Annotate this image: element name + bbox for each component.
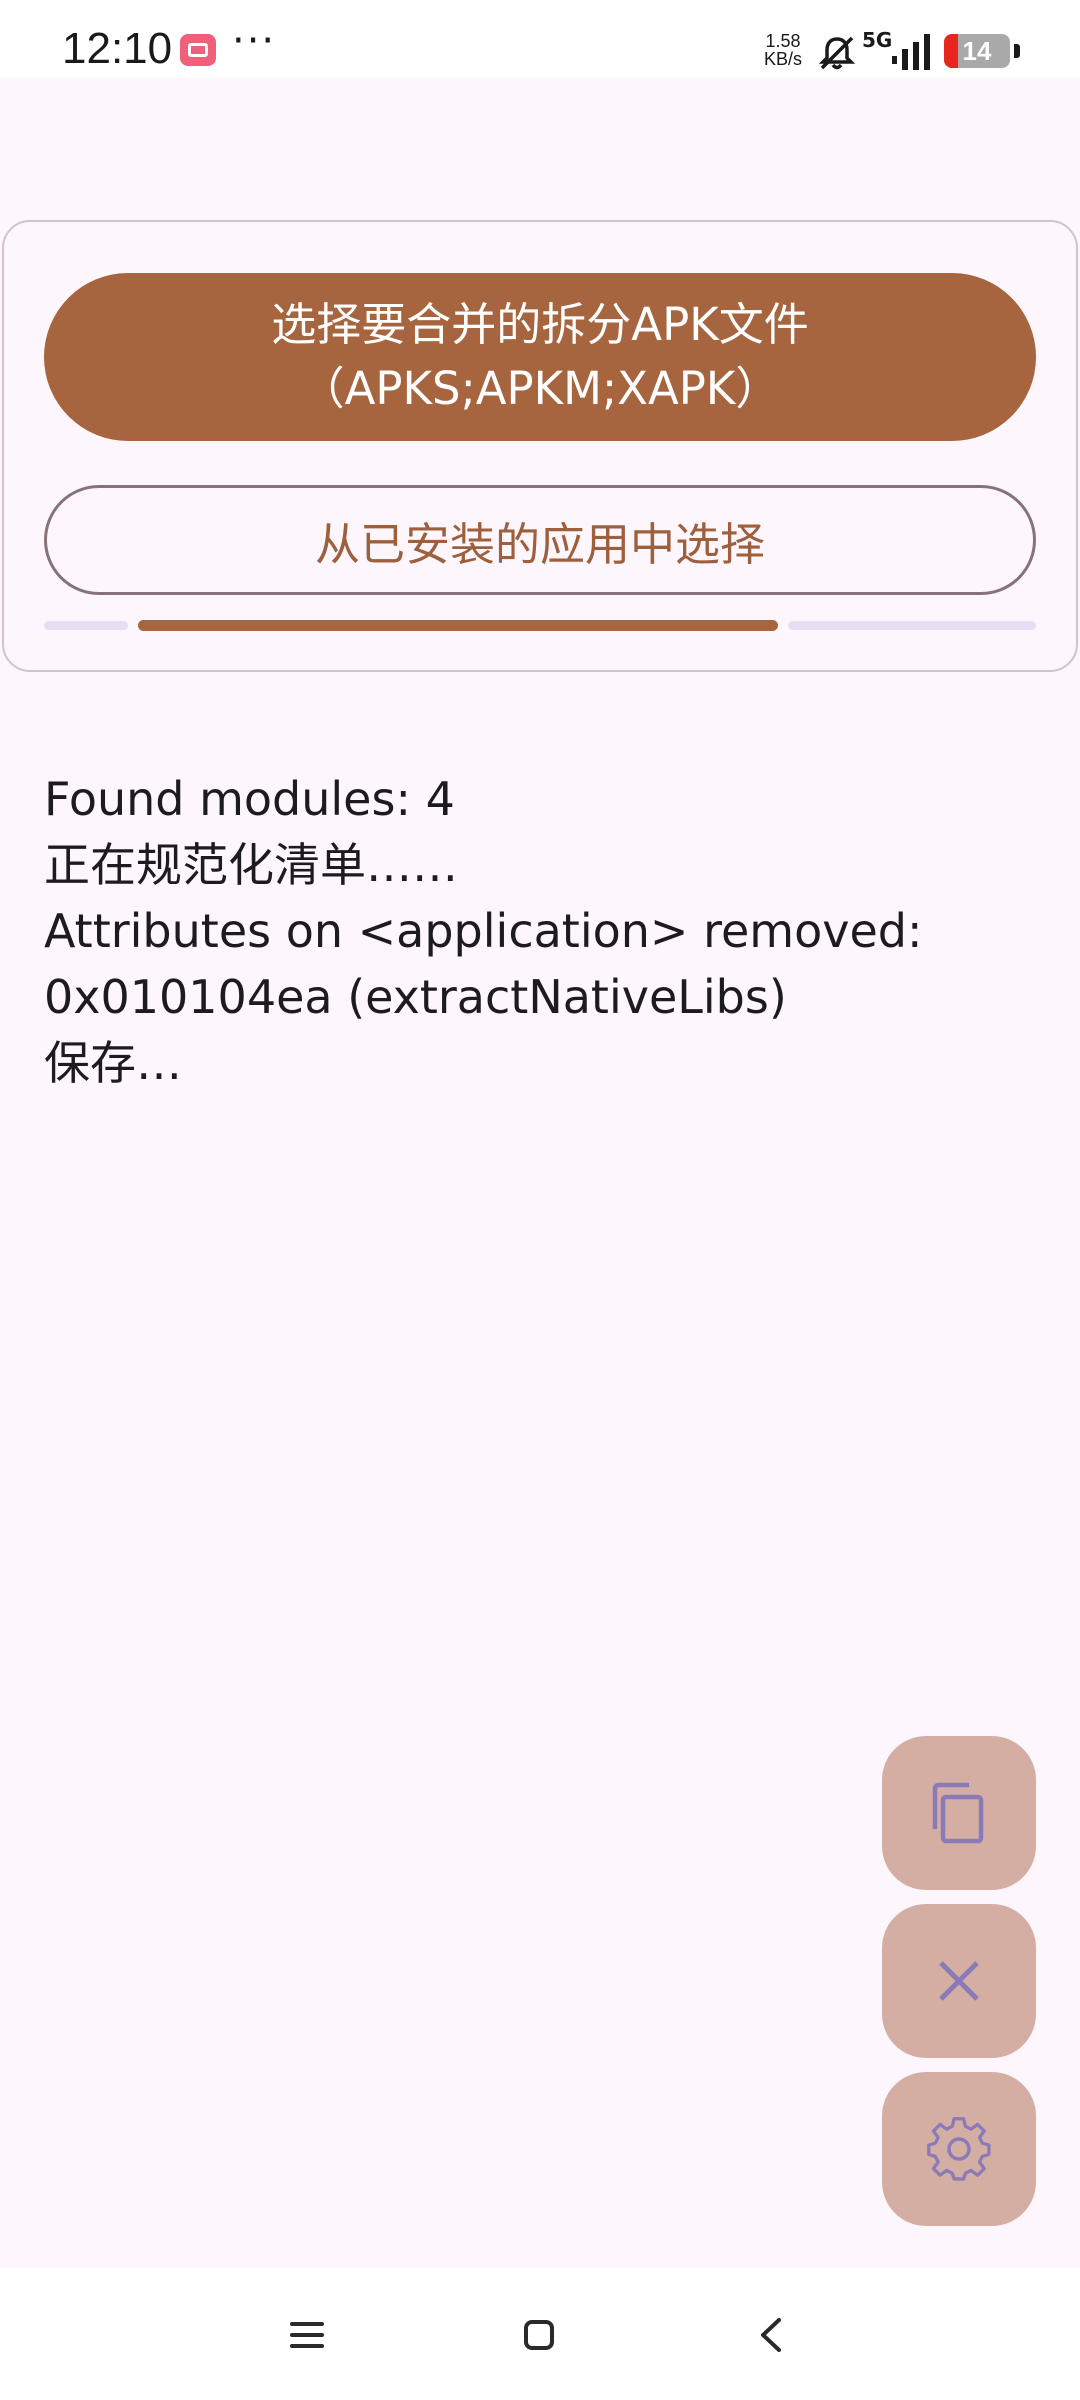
close-icon bbox=[939, 1961, 979, 2001]
back-button[interactable] bbox=[746, 2310, 796, 2360]
navigation-bar bbox=[0, 2268, 1080, 2400]
select-split-apk-button[interactable]: 选择要合并的拆分APK文件 （APKS;APKM;XAPK） bbox=[44, 273, 1036, 441]
select-split-apk-label-line1: 选择要合并的拆分APK文件 bbox=[271, 298, 809, 351]
recent-apps-button[interactable] bbox=[282, 2310, 332, 2360]
gear-icon bbox=[927, 2117, 991, 2181]
battery-icon: 14 bbox=[944, 34, 1010, 68]
copy-icon bbox=[932, 1782, 984, 1844]
progress-track-start bbox=[44, 621, 128, 630]
battery-tip bbox=[1014, 44, 1020, 58]
home-icon bbox=[524, 2320, 554, 2350]
network-speed: 1.58 KB/s bbox=[764, 32, 802, 68]
log-line: Found modules: 4 bbox=[44, 772, 455, 826]
tv-app-icon bbox=[180, 34, 216, 66]
log-line: 保存… bbox=[44, 1036, 182, 1090]
more-notifications-icon: ··· bbox=[232, 18, 277, 64]
cancel-button[interactable] bbox=[882, 1904, 1036, 2058]
progress-indicator bbox=[138, 620, 778, 631]
back-icon bbox=[761, 2318, 781, 2352]
network-type: 5G bbox=[862, 28, 893, 52]
copy-button[interactable] bbox=[882, 1736, 1036, 1890]
log-line: 0x010104ea (extractNativeLibs) bbox=[44, 970, 787, 1024]
status-bar: 12:10 ··· 1.58 KB/s 5G 14 bbox=[0, 0, 1080, 78]
signal-icon bbox=[892, 34, 930, 70]
log-line: 正在规范化清单…… bbox=[44, 838, 458, 892]
settings-button[interactable] bbox=[882, 2072, 1036, 2226]
progress-track-end bbox=[788, 621, 1036, 630]
status-time: 12:10 bbox=[62, 24, 173, 73]
menu-icon bbox=[290, 2322, 324, 2348]
bell-muted-icon bbox=[818, 36, 856, 70]
network-speed-value: 1.58 bbox=[765, 31, 801, 51]
select-split-apk-label-line2: （APKS;APKM;XAPK） bbox=[299, 362, 781, 415]
home-button[interactable] bbox=[514, 2310, 564, 2360]
battery-level: 14 bbox=[962, 36, 992, 66]
network-speed-unit: KB/s bbox=[764, 49, 803, 69]
select-installed-app-button[interactable]: 从已安装的应用中选择 bbox=[44, 485, 1036, 595]
log-line: Attributes on <application> removed: bbox=[44, 904, 923, 958]
log-output: Found modules: 4 正在规范化清单…… Attributes on… bbox=[44, 766, 1044, 1096]
